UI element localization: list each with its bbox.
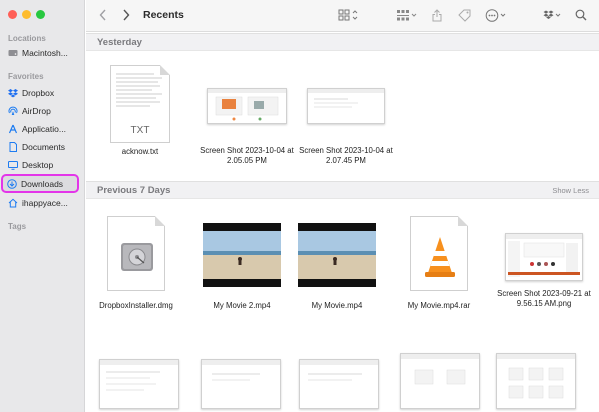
file-item-dmg[interactable]: DropboxInstaller.dmg	[86, 216, 186, 311]
document-icon	[8, 141, 18, 152]
downloads-icon	[7, 178, 17, 189]
show-less-link[interactable]: Show Less	[552, 186, 589, 195]
group-header-previous-7-days: Previous 7 Days Show Less	[86, 181, 599, 199]
screenshot-thumbnail	[505, 233, 583, 281]
file-browser: Yesterday TXT acknow.txt Screen Shot 202…	[86, 33, 599, 412]
file-item-acknow[interactable]: TXT acknow.txt	[92, 65, 188, 157]
file-name: Screen Shot 2023-10-04 at 2.07.45 PM	[299, 146, 393, 165]
sidebar-item-dropbox[interactable]: Dropbox	[3, 84, 81, 101]
file-item-rar[interactable]: My Movie.mp4.rar	[391, 216, 487, 311]
sidebar-item-airdrop[interactable]: AirDrop	[3, 102, 81, 119]
file-name: DropboxInstaller.dmg	[99, 301, 173, 310]
group-title: Previous 7 Days	[97, 185, 171, 196]
sidebar-item-label: Desktop	[22, 159, 54, 170]
file-name: My Movie 2.mp4	[213, 301, 271, 310]
sidebar-item-desktop[interactable]: Desktop	[3, 156, 81, 173]
forward-icon[interactable]	[122, 9, 130, 24]
screenshot-thumbnail[interactable]	[201, 359, 281, 409]
sidebar-item-downloads[interactable]: Downloads	[1, 174, 79, 193]
home-icon	[8, 198, 18, 208]
file-item-screenshot-3[interactable]: Screen Shot 2023-09-21 at 9.56.15 AM.png	[494, 233, 594, 309]
tag-icon[interactable]	[458, 9, 472, 25]
sidebar-item-home[interactable]: ihappyace...	[3, 194, 81, 211]
search-icon[interactable]	[575, 9, 587, 24]
screenshot-thumbnail	[207, 88, 287, 124]
more-icon[interactable]	[485, 9, 509, 25]
file-name: My Movie.mp4	[311, 301, 363, 310]
sidebar-section-locations: Locations	[8, 34, 46, 43]
sidebar-item-label: Macintosh...	[22, 47, 68, 58]
file-item-screenshot-2[interactable]: Screen Shot 2023-10-04 at 2.07.45 PM	[296, 88, 396, 166]
group-title: Yesterday	[97, 37, 142, 48]
sidebar-item-label: ihappyace...	[22, 197, 68, 208]
sidebar-item-label: AirDrop	[22, 105, 51, 116]
file-name: My Movie.mp4.rar	[407, 301, 471, 310]
minimize-button[interactable]	[22, 10, 31, 19]
vlc-cone-icon	[410, 216, 468, 291]
sidebar-item-label: Documents	[22, 141, 65, 152]
video-thumbnail	[203, 223, 281, 287]
toolbar: Recents	[86, 0, 599, 32]
screenshot-thumbnail[interactable]	[299, 359, 379, 409]
screenshot-thumbnail	[307, 88, 385, 124]
dropbox-icon[interactable]	[543, 9, 563, 24]
file-name: Screen Shot 2023-09-21 at 9.56.15 AM.png	[497, 289, 591, 308]
disk-image-icon	[107, 216, 165, 291]
screenshot-thumbnail[interactable]	[496, 353, 576, 409]
file-item-movie-2[interactable]: My Movie 2.mp4	[194, 223, 290, 311]
desktop-icon	[8, 160, 18, 170]
grid-view-icon[interactable]	[338, 9, 358, 24]
file-type-badge: TXT	[130, 125, 150, 136]
sidebar-section-tags: Tags	[8, 222, 27, 231]
window-title: Recents	[143, 9, 184, 21]
file-name: acknow.txt	[121, 147, 159, 156]
video-thumbnail	[298, 223, 376, 287]
text-file-icon: TXT	[110, 65, 170, 143]
sidebar-item-label: Applicatio...	[22, 123, 66, 134]
screenshot-thumbnail[interactable]	[400, 353, 480, 409]
hard-drive-icon	[8, 48, 18, 58]
sidebar-item-label: Downloads	[21, 178, 64, 189]
applications-icon	[8, 124, 18, 134]
sidebar-item-applications[interactable]: Applicatio...	[3, 120, 81, 137]
window-controls	[8, 10, 45, 19]
back-icon[interactable]	[99, 9, 107, 24]
close-button[interactable]	[8, 10, 17, 19]
sidebar-item-macintosh[interactable]: Macintosh...	[3, 44, 81, 61]
dropbox-icon	[8, 88, 18, 98]
airdrop-icon	[8, 106, 18, 116]
sidebar: Locations Macintosh... Favorites Dropbox…	[0, 0, 85, 412]
screenshot-thumbnail[interactable]	[99, 359, 179, 409]
zoom-button[interactable]	[36, 10, 45, 19]
group-icon[interactable]	[396, 9, 418, 24]
share-icon[interactable]	[432, 9, 442, 25]
group-header-yesterday: Yesterday	[86, 33, 599, 51]
file-item-movie[interactable]: My Movie.mp4	[289, 223, 385, 311]
sidebar-item-documents[interactable]: Documents	[3, 138, 81, 155]
sidebar-section-favorites: Favorites	[8, 72, 44, 81]
file-item-screenshot-1[interactable]: Screen Shot 2023-10-04 at 2.05.05 PM	[197, 88, 297, 166]
sidebar-item-label: Dropbox	[22, 87, 55, 98]
file-name: Screen Shot 2023-10-04 at 2.05.05 PM	[200, 146, 294, 165]
